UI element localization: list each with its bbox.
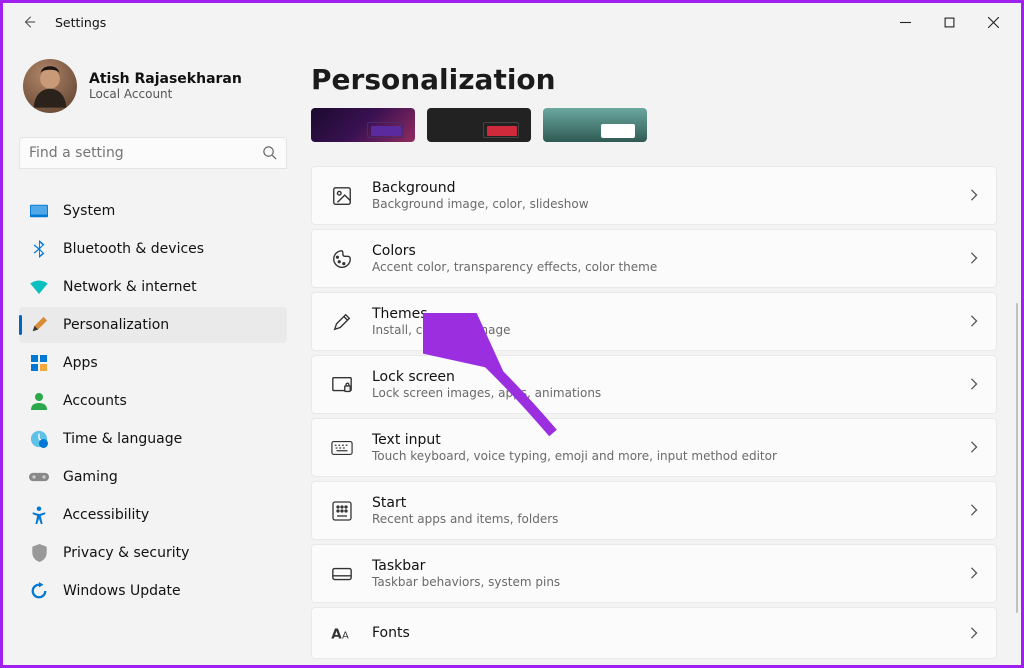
apps-icon <box>29 353 49 373</box>
card-title: Background <box>372 180 952 196</box>
update-icon <box>29 581 49 601</box>
card-description: Install, create, manage <box>372 323 952 337</box>
card-background[interactable]: BackgroundBackground image, color, slide… <box>311 166 997 225</box>
theme-preview-2[interactable] <box>427 108 531 142</box>
background-icon <box>330 184 354 208</box>
accounts-icon <box>29 391 49 411</box>
fonts-icon: AA <box>330 621 354 645</box>
card-colors[interactable]: ColorsAccent color, transparency effects… <box>311 229 997 288</box>
search-container <box>19 137 287 169</box>
sidebar-item-privacy[interactable]: Privacy & security <box>19 535 287 571</box>
card-description: Touch keyboard, voice typing, emoji and … <box>372 449 952 463</box>
chevron-right-icon <box>970 564 978 583</box>
chevron-right-icon <box>970 438 978 457</box>
personalization-icon <box>29 315 49 335</box>
themes-icon <box>330 310 354 334</box>
search-icon <box>262 145 277 164</box>
sidebar-item-bluetooth[interactable]: Bluetooth & devices <box>19 231 287 267</box>
chevron-right-icon <box>970 312 978 331</box>
svg-text:A: A <box>342 630 349 641</box>
sidebar-item-time[interactable]: Time & language <box>19 421 287 457</box>
sidebar-item-network[interactable]: Network & internet <box>19 269 287 305</box>
card-description: Taskbar behaviors, system pins <box>372 575 952 589</box>
privacy-icon <box>29 543 49 563</box>
card-start[interactable]: StartRecent apps and items, folders <box>311 481 997 540</box>
sidebar-item-gaming[interactable]: Gaming <box>19 459 287 495</box>
bluetooth-icon <box>29 239 49 259</box>
sidebar-item-label: Time & language <box>63 431 182 447</box>
back-icon[interactable] <box>21 14 37 30</box>
sidebar: Atish Rajasekharan Local Account System B… <box>3 41 303 665</box>
chevron-right-icon <box>970 501 978 520</box>
time-icon <box>29 429 49 449</box>
sidebar-item-label: Accessibility <box>63 507 149 523</box>
sidebar-item-label: Privacy & security <box>63 545 189 561</box>
card-title: Text input <box>372 432 952 448</box>
sidebar-item-apps[interactable]: Apps <box>19 345 287 381</box>
sidebar-item-label: Windows Update <box>63 583 181 599</box>
chevron-right-icon <box>970 624 978 643</box>
chevron-right-icon <box>970 249 978 268</box>
main-content: Personalization BackgroundBackground ima… <box>303 41 1021 665</box>
sidebar-item-system[interactable]: System <box>19 193 287 229</box>
profile-block[interactable]: Atish Rajasekharan Local Account <box>19 59 287 113</box>
minimize-button[interactable] <box>883 7 927 37</box>
taskbar-icon <box>330 562 354 586</box>
theme-preview-row <box>311 108 997 142</box>
sidebar-item-label: System <box>63 203 115 219</box>
accessibility-icon <box>29 505 49 525</box>
card-themes[interactable]: ThemesInstall, create, manage <box>311 292 997 351</box>
avatar <box>23 59 77 113</box>
sidebar-item-accessibility[interactable]: Accessibility <box>19 497 287 533</box>
textinput-icon <box>330 436 354 460</box>
lockscreen-icon <box>330 373 354 397</box>
titlebar: Settings <box>3 3 1021 41</box>
card-title: Themes <box>372 306 952 322</box>
sidebar-item-accounts[interactable]: Accounts <box>19 383 287 419</box>
start-icon <box>330 499 354 523</box>
settings-cards: BackgroundBackground image, color, slide… <box>311 166 997 659</box>
card-description: Accent color, transparency effects, colo… <box>372 260 952 274</box>
page-title: Personalization <box>311 63 997 96</box>
profile-name: Atish Rajasekharan <box>89 71 242 87</box>
search-input[interactable] <box>19 137 287 169</box>
svg-text:A: A <box>331 626 342 642</box>
colors-icon <box>330 247 354 271</box>
card-textinput[interactable]: Text inputTouch keyboard, voice typing, … <box>311 418 997 477</box>
nav-list: System Bluetooth & devices Network & inter… <box>19 193 287 609</box>
profile-subtitle: Local Account <box>89 87 242 101</box>
sidebar-item-personalization[interactable]: Personalization <box>19 307 287 343</box>
card-title: Colors <box>372 243 952 259</box>
maximize-button[interactable] <box>927 7 971 37</box>
sidebar-item-label: Bluetooth & devices <box>63 241 204 257</box>
app-title: Settings <box>55 15 106 30</box>
card-title: Lock screen <box>372 369 952 385</box>
card-title: Fonts <box>372 625 952 641</box>
close-button[interactable] <box>971 7 1015 37</box>
theme-preview-3[interactable] <box>543 108 647 142</box>
sidebar-item-label: Personalization <box>63 317 169 333</box>
sidebar-item-label: Network & internet <box>63 279 197 295</box>
card-taskbar[interactable]: TaskbarTaskbar behaviors, system pins <box>311 544 997 603</box>
scrollbar[interactable] <box>1016 303 1018 613</box>
chevron-right-icon <box>970 186 978 205</box>
sidebar-item-label: Apps <box>63 355 98 371</box>
sidebar-item-update[interactable]: Windows Update <box>19 573 287 609</box>
card-lockscreen[interactable]: Lock screenLock screen images, apps, ani… <box>311 355 997 414</box>
sidebar-item-label: Accounts <box>63 393 127 409</box>
network-icon <box>29 277 49 297</box>
window-controls <box>883 7 1015 37</box>
theme-preview-1[interactable] <box>311 108 415 142</box>
card-title: Start <box>372 495 952 511</box>
card-description: Background image, color, slideshow <box>372 197 952 211</box>
card-description: Lock screen images, apps, animations <box>372 386 952 400</box>
chevron-right-icon <box>970 375 978 394</box>
gaming-icon <box>29 467 49 487</box>
card-description: Recent apps and items, folders <box>372 512 952 526</box>
system-icon <box>29 201 49 221</box>
card-fonts[interactable]: AA Fonts <box>311 607 997 659</box>
sidebar-item-label: Gaming <box>63 469 118 485</box>
card-title: Taskbar <box>372 558 952 574</box>
